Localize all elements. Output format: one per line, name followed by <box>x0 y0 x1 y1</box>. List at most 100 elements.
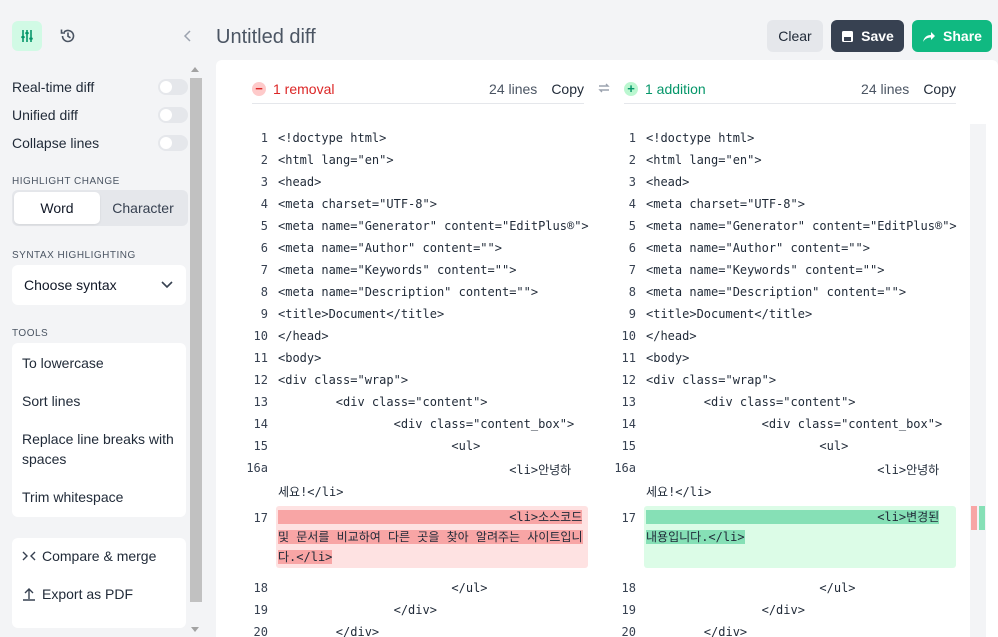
code-line-text: <meta name="Description" content=""> <box>278 285 539 299</box>
line-number: 18 <box>621 581 636 595</box>
sidebar-scrollbar[interactable] <box>188 64 202 637</box>
added-change-mark: <li>변경된 내용입니다.</li> <box>646 510 940 544</box>
code-line-text: <head> <box>278 175 322 189</box>
code-line-text: <meta charset="UTF-8"> <box>278 197 437 211</box>
code-line-text: <ul> <box>278 439 481 453</box>
tools-heading: TOOLS <box>12 328 49 339</box>
highlight-change-segmented: Word Character <box>12 190 188 226</box>
unified-diff-switch[interactable] <box>158 107 188 123</box>
line-number: 1 <box>260 131 268 145</box>
collapse-lines-toggle-row[interactable]: Collapse lines <box>12 133 188 153</box>
sort-lines-tool[interactable]: Sort lines <box>22 391 182 411</box>
diff-app: Real-time diff Unified diff Collapse lin… <box>0 0 998 637</box>
line-number: 13 <box>621 395 636 409</box>
code-line-text: <meta name="Keywords" content=""> <box>278 263 517 277</box>
line-number: 10 <box>621 329 636 343</box>
clear-button[interactable]: Clear <box>767 20 823 52</box>
code-line-text: 세요!</li> <box>646 485 712 499</box>
code-line-text: </head> <box>646 329 697 343</box>
code-line-text: <meta charset="UTF-8"> <box>646 197 805 211</box>
minimap-removal-marker <box>971 506 977 530</box>
right-copy-button[interactable]: Copy <box>923 81 956 97</box>
unified-diff-toggle-row[interactable]: Unified diff <box>12 105 188 125</box>
merge-icon <box>22 551 36 561</box>
code-line-text: 세요!</li> <box>278 485 344 499</box>
added-line-text: <li>변경된 내용입니다.</li> <box>646 507 952 547</box>
save-button-label: Save <box>861 28 894 44</box>
code-line-text: </div> <box>278 625 380 637</box>
removed-change-mark: <li>소스코드 및 문서를 비교하여 다른 곳을 찾아 알려주는 사이트입니다… <box>278 510 583 564</box>
line-number: 9 <box>260 307 268 321</box>
history-icon[interactable] <box>53 21 83 51</box>
line-number: 16a <box>614 461 636 475</box>
scrollbar-thumb[interactable] <box>190 78 202 602</box>
line-number: 17 <box>253 511 268 525</box>
line-number: 14 <box>253 417 268 431</box>
code-line-text: <div class="content_box"> <box>646 417 943 431</box>
line-number: 5 <box>628 219 636 233</box>
code-line-text: </div> <box>278 603 437 617</box>
line-number: 10 <box>253 329 268 343</box>
code-line-text: <meta name="Description" content=""> <box>646 285 907 299</box>
page-title[interactable]: Untitled diff <box>216 26 316 49</box>
code-line-text: <div class="content_box"> <box>278 417 575 431</box>
collapse-sidebar-chevron-icon[interactable] <box>173 21 203 51</box>
line-number: 14 <box>621 417 636 431</box>
code-line-text: <meta name="Generator" content="EditPlus… <box>278 219 589 233</box>
right-lines-count: 24 lines <box>861 80 910 97</box>
realtime-diff-switch[interactable] <box>158 79 188 95</box>
code-line-text: <meta name="Generator" content="EditPlus… <box>646 219 957 233</box>
collapse-lines-label: Collapse lines <box>12 135 100 151</box>
minus-circle-icon: − <box>252 81 266 96</box>
code-line-text: </head> <box>278 329 329 343</box>
code-line-text: <meta name="Keywords" content=""> <box>646 263 885 277</box>
line-number: 13 <box>253 395 268 409</box>
compare-merge-action[interactable]: Compare & merge <box>22 548 156 564</box>
code-line-text: <body> <box>646 351 690 365</box>
swap-arrows-icon[interactable] <box>597 81 611 100</box>
code-line-text: <head> <box>646 175 690 189</box>
settings-sliders-icon[interactable] <box>12 21 42 51</box>
trim-whitespace-tool[interactable]: Trim whitespace <box>22 487 182 507</box>
line-number: 6 <box>260 241 268 255</box>
plus-circle-icon: + <box>624 81 638 96</box>
realtime-diff-toggle-row[interactable]: Real-time diff <box>12 77 188 97</box>
save-button[interactable]: Save <box>831 20 904 52</box>
line-number: 6 <box>628 241 636 255</box>
line-number: 4 <box>628 197 636 211</box>
syntax-select-value: Choose syntax <box>24 277 117 293</box>
removed-line-text: <li>소스코드 및 문서를 비교하여 다른 곳을 찾아 알려주는 사이트입니다… <box>278 507 584 567</box>
line-number: 2 <box>628 153 636 167</box>
removal-summary: 1 removal <box>273 80 335 97</box>
export-pdf-action[interactable]: Export as PDF <box>22 586 133 602</box>
upload-icon <box>23 588 35 601</box>
code-line-text: <div class="wrap"> <box>278 373 409 387</box>
line-number: 8 <box>260 285 268 299</box>
line-number: 15 <box>253 439 268 453</box>
share-button[interactable]: Share <box>912 20 992 52</box>
highlight-character-option[interactable]: Character <box>100 192 186 224</box>
addition-summary: 1 addition <box>645 80 706 97</box>
left-copy-button[interactable]: Copy <box>551 81 584 97</box>
actions-list: Compare & merge Export as PDF <box>12 538 186 628</box>
diff-minimap[interactable] <box>970 124 986 637</box>
highlight-word-option[interactable]: Word <box>14 192 100 224</box>
left-pane-header: − 1 removal 24 lines Copy <box>252 74 584 104</box>
code-line-text: </div> <box>646 603 805 617</box>
scroll-up-arrow-icon[interactable] <box>191 67 199 72</box>
line-number: 20 <box>621 625 636 637</box>
code-line-text: <li>안녕하 <box>646 463 940 477</box>
line-number: 2 <box>260 153 268 167</box>
code-line-text: </div> <box>646 625 748 637</box>
replace-line-breaks-tool[interactable]: Replace line breaks with spaces <box>22 429 182 469</box>
line-number: 18 <box>253 581 268 595</box>
line-number: 11 <box>621 351 636 365</box>
syntax-highlighting-heading: SYNTAX HIGHLIGHTING <box>12 250 136 261</box>
line-number: 9 <box>628 307 636 321</box>
line-number: 12 <box>253 373 268 387</box>
syntax-select[interactable]: Choose syntax <box>12 265 186 305</box>
collapse-lines-switch[interactable] <box>158 135 188 151</box>
sidebar-top-bar <box>12 21 202 53</box>
scroll-down-arrow-icon[interactable] <box>191 627 199 632</box>
to-lowercase-tool[interactable]: To lowercase <box>22 353 182 373</box>
